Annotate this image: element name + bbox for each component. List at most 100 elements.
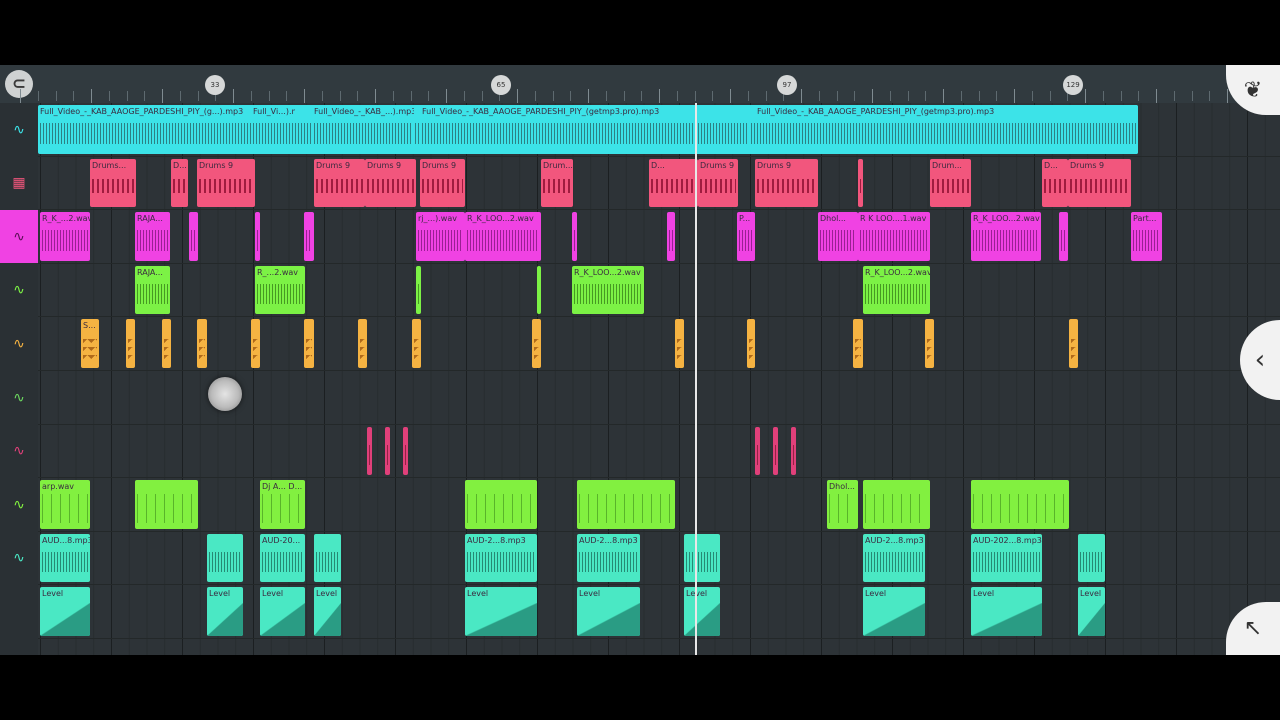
- audio-clip[interactable]: AUD-2...8.mp3: [863, 533, 925, 583]
- audio-clip[interactable]: [853, 319, 863, 368]
- audio-clip[interactable]: [385, 426, 390, 476]
- automation-clip[interactable]: Level: [465, 587, 537, 636]
- pattern-clip[interactable]: Drum...: [541, 158, 573, 208]
- audio-wave-icon[interactable]: ∿: [0, 210, 38, 264]
- audio-clip[interactable]: [304, 319, 314, 368]
- audio-wave-icon[interactable]: ∿: [0, 103, 38, 156]
- audio-clip[interactable]: R_K_LOO...2.wav: [465, 212, 541, 261]
- pattern-clip[interactable]: [858, 158, 863, 208]
- audio-clip[interactable]: [465, 480, 537, 529]
- pattern-clip[interactable]: Drums 9: [314, 158, 365, 208]
- automation-clip[interactable]: Level: [260, 587, 305, 636]
- automation-clip[interactable]: Level: [40, 587, 90, 636]
- audio-clip[interactable]: R_K_LOO...2.wav: [572, 265, 644, 315]
- audio-clip[interactable]: [971, 480, 1069, 529]
- audio-clip[interactable]: Full_Video_-_KAB_AAOGE_PARDESHI_PIY_(get…: [420, 105, 751, 154]
- audio-clip[interactable]: [537, 265, 541, 315]
- audio-clip[interactable]: AUD-202...8.mp3: [971, 533, 1042, 583]
- pattern-clip[interactable]: D...: [1042, 158, 1068, 208]
- pattern-clip[interactable]: Drums 9: [365, 158, 416, 208]
- pattern-clip[interactable]: D...: [649, 158, 698, 208]
- bar-number-marker[interactable]: 97: [777, 75, 797, 95]
- audio-clip[interactable]: [675, 319, 684, 368]
- audio-clip[interactable]: [251, 319, 260, 368]
- audio-clip[interactable]: [304, 212, 314, 261]
- audio-clip[interactable]: Full_Vi...).mp3: [251, 105, 295, 154]
- audio-clip[interactable]: AUD...8.mp3: [40, 533, 90, 583]
- pattern-clip[interactable]: Drums 9: [1068, 158, 1131, 208]
- audio-clip[interactable]: [412, 319, 421, 368]
- audio-wave-icon[interactable]: ∿: [0, 317, 38, 370]
- audio-clip[interactable]: Dhol...: [818, 212, 858, 261]
- audio-clip[interactable]: [791, 426, 796, 476]
- automation-clip[interactable]: Level: [1078, 587, 1105, 636]
- audio-clip[interactable]: [416, 265, 421, 315]
- audio-clip[interactable]: R_K_LOO...2.wav: [863, 265, 930, 315]
- audio-clip[interactable]: [207, 533, 243, 583]
- audio-wave-icon[interactable]: ∿: [0, 264, 38, 317]
- audio-clip[interactable]: [255, 212, 260, 261]
- timeline-ruler[interactable]: ⊂ 33 65 97 129: [0, 65, 1280, 103]
- audio-clip[interactable]: [197, 319, 207, 368]
- audio-clip[interactable]: R_...2.wav: [255, 265, 305, 315]
- audio-wave-icon[interactable]: ∿: [0, 371, 38, 424]
- audio-clip[interactable]: [755, 426, 760, 476]
- audio-clip[interactable]: [747, 319, 755, 368]
- pattern-clip[interactable]: Drums 9: [755, 158, 818, 208]
- playhead[interactable]: [695, 103, 697, 655]
- audio-clip[interactable]: [314, 533, 341, 583]
- audio-clip[interactable]: [367, 426, 372, 476]
- audio-clip[interactable]: Part...: [1131, 212, 1162, 261]
- audio-clip[interactable]: AUD-20...: [260, 533, 305, 583]
- audio-clip[interactable]: arp.wav: [40, 480, 90, 529]
- audio-clip[interactable]: AUD-2...8.mp3: [465, 533, 537, 583]
- audio-clip[interactable]: [577, 480, 675, 529]
- audio-clip[interactable]: S...: [81, 319, 99, 368]
- automation-clip[interactable]: Level: [863, 587, 925, 636]
- audio-wave-icon[interactable]: ∿: [0, 425, 38, 478]
- pattern-clip[interactable]: Drums 9: [420, 158, 465, 208]
- audio-clip[interactable]: [403, 426, 408, 476]
- audio-clip[interactable]: Dj A... D...: [260, 480, 305, 529]
- drum-pattern-icon[interactable]: ▦: [0, 157, 38, 210]
- automation-clip[interactable]: Level: [577, 587, 640, 636]
- audio-clip[interactable]: P...: [737, 212, 755, 261]
- pattern-clip[interactable]: D...: [171, 158, 188, 208]
- track-slot[interactable]: [0, 585, 38, 638]
- audio-clip[interactable]: [684, 533, 720, 583]
- audio-clip[interactable]: [532, 319, 541, 368]
- audio-clip[interactable]: R_K_LOO...2.wav: [971, 212, 1041, 261]
- bar-number-marker[interactable]: 129: [1063, 75, 1083, 95]
- audio-clip[interactable]: [162, 319, 171, 368]
- audio-clip[interactable]: Full_Video_-_KAB_AAOGE_PARDESHI_PIY_(get…: [755, 105, 1138, 154]
- magnet-snap-icon[interactable]: ⊂: [5, 70, 33, 98]
- audio-clip[interactable]: [667, 212, 675, 261]
- audio-clip[interactable]: [572, 212, 577, 261]
- pattern-clip[interactable]: Drums 9: [197, 158, 255, 208]
- automation-clip[interactable]: Level: [684, 587, 720, 636]
- audio-clip[interactable]: [1078, 533, 1105, 583]
- audio-wave-icon[interactable]: ∿: [0, 532, 38, 585]
- audio-clip[interactable]: [863, 480, 930, 529]
- automation-clip[interactable]: Level: [314, 587, 341, 636]
- audio-clip[interactable]: R_K_...2.wav: [40, 212, 90, 261]
- audio-clip[interactable]: [358, 319, 367, 368]
- bar-number-marker[interactable]: 65: [491, 75, 511, 95]
- automation-clip[interactable]: Level: [971, 587, 1042, 636]
- audio-clip[interactable]: [1059, 212, 1068, 261]
- pattern-clip[interactable]: Drums 9: [698, 158, 738, 208]
- audio-wave-icon[interactable]: ∿: [0, 478, 38, 531]
- audio-clip[interactable]: RAJA...: [135, 212, 170, 261]
- audio-clip[interactable]: [925, 319, 934, 368]
- audio-clip[interactable]: [126, 319, 135, 368]
- audio-clip[interactable]: R K LOO....1.wav: [858, 212, 930, 261]
- audio-clip[interactable]: AUD-2...8.mp3: [577, 533, 640, 583]
- audio-clip[interactable]: Dhol...: [827, 480, 858, 529]
- audio-clip[interactable]: [773, 426, 778, 476]
- pattern-clip[interactable]: Drum...: [930, 158, 971, 208]
- audio-clip[interactable]: [135, 480, 198, 529]
- audio-clip[interactable]: RAJA...: [135, 265, 170, 315]
- audio-clip[interactable]: [1069, 319, 1078, 368]
- audio-clip[interactable]: rj_...).wav: [416, 212, 465, 261]
- bar-number-marker[interactable]: 33: [205, 75, 225, 95]
